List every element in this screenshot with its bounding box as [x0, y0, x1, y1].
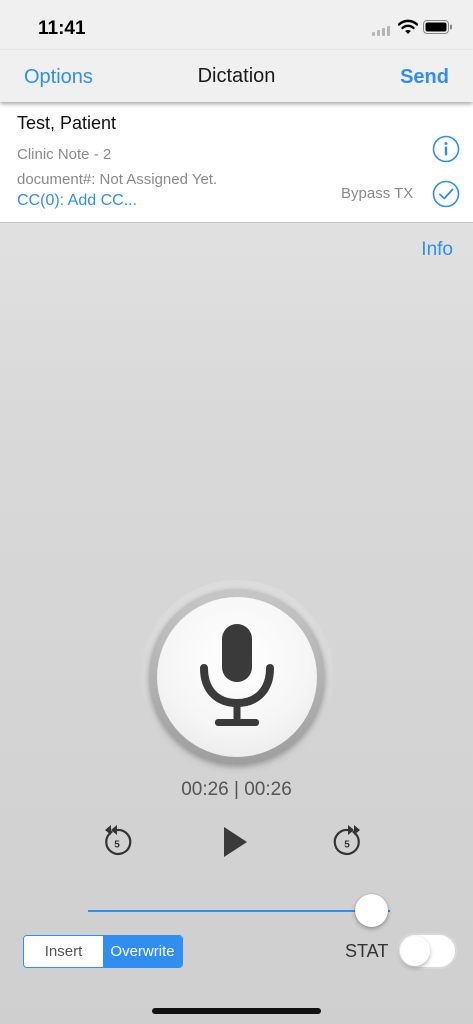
checkmark-circle-icon[interactable] — [432, 180, 460, 208]
record-button-face — [157, 597, 317, 757]
patient-info-panel: Test, Patient Clinic Note - 2 document#:… — [0, 102, 473, 223]
bypass-tx-label: Bypass TX — [341, 185, 414, 202]
note-type: Clinic Note - 2 — [17, 146, 112, 163]
status-time: 11:41 — [38, 18, 86, 39]
insert-overwrite-control: Insert Overwrite — [23, 935, 183, 968]
patient-name: Test, Patient — [17, 113, 117, 133]
slider-track — [88, 910, 390, 912]
document-number: document#: Not Assigned Yet. — [17, 171, 218, 188]
time-readout: 00:26 | 00:26 — [181, 779, 292, 800]
stat-toggle-knob — [400, 936, 430, 966]
forward-seconds-label: 5 — [344, 840, 350, 851]
record-button[interactable] — [149, 589, 325, 765]
send-button[interactable]: Send — [400, 66, 449, 89]
position-slider[interactable] — [88, 893, 390, 929]
play-icon[interactable] — [222, 826, 248, 858]
rewind-seconds-label: 5 — [114, 840, 120, 851]
nav-bar: Options Dictation Send — [0, 50, 473, 102]
battery-icon — [423, 20, 452, 34]
add-cc-link[interactable]: CC(0): Add CC... — [17, 192, 137, 210]
stat-toggle[interactable] — [397, 933, 457, 969]
segment-insert[interactable]: Insert — [24, 936, 103, 967]
signal-bars-icon — [372, 26, 390, 36]
microphone-icon — [200, 624, 274, 726]
status-bar: 11:41 — [0, 0, 473, 50]
rewind-5-icon[interactable]: 5 — [99, 823, 135, 861]
segment-overwrite[interactable]: Overwrite — [103, 936, 182, 967]
home-indicator — [152, 1008, 321, 1014]
stat-label: STAT — [345, 941, 389, 961]
wifi-icon — [398, 19, 418, 34]
slider-thumb[interactable] — [355, 894, 389, 927]
info-circle-icon[interactable] — [432, 135, 460, 163]
forward-5-icon[interactable]: 5 — [330, 823, 366, 861]
info-link[interactable]: Info — [421, 239, 453, 261]
